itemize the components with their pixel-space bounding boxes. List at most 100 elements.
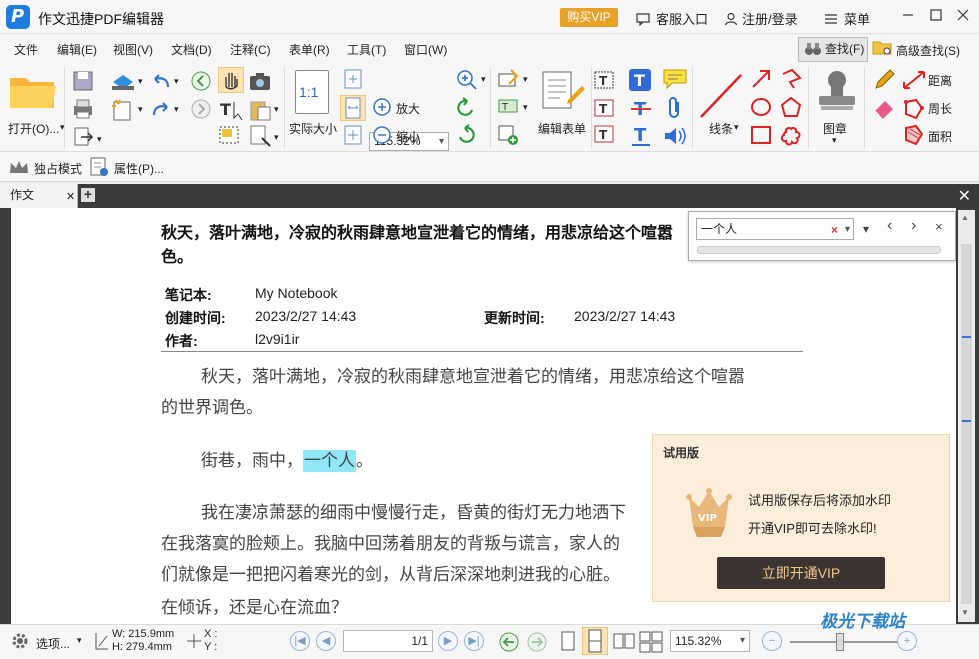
fit-page-icon[interactable]	[342, 68, 364, 90]
menu-document[interactable]: 文档(D)	[171, 41, 212, 58]
minimize-button[interactable]	[897, 6, 919, 28]
perimeter-label[interactable]: 周长	[928, 100, 952, 117]
lines-label[interactable]: 线条	[709, 120, 733, 137]
callout-icon[interactable]: T	[593, 124, 615, 146]
text-highlight-icon[interactable]: T	[628, 68, 652, 92]
save-icon[interactable]	[72, 70, 94, 92]
facing-pages-icon[interactable]	[612, 630, 636, 654]
textbox-icon[interactable]: T	[593, 98, 615, 118]
zoom-in-label[interactable]: 放大	[396, 100, 420, 117]
line-tool-icon[interactable]	[698, 70, 744, 120]
rotate-ccw-icon[interactable]	[455, 97, 477, 119]
zoom-slider-thumb[interactable]	[836, 633, 844, 651]
tab-document[interactable]: 作文 ✕	[0, 184, 78, 208]
menu-form[interactable]: 表单(R)	[289, 41, 330, 58]
zoom-slider-track[interactable]	[790, 641, 900, 643]
edit-form-label[interactable]: 编辑表单	[538, 120, 586, 137]
activate-vip-button[interactable]: 立即开通VIP	[717, 557, 885, 589]
distance-label[interactable]: 距离	[928, 72, 952, 89]
find-button[interactable]: 查找(F)	[798, 37, 868, 62]
customer-service-button[interactable]: 客服入口	[636, 9, 708, 28]
find-next-icon[interactable]: ›	[911, 217, 916, 235]
go-back-icon[interactable]	[498, 631, 520, 653]
strikethrough-icon[interactable]: T	[630, 98, 652, 120]
menu-edit[interactable]: 编辑(E)	[57, 41, 97, 58]
redo-icon[interactable]	[150, 100, 172, 120]
find-previous-icon[interactable]: ‹	[887, 217, 892, 235]
rotate-cw-icon[interactable]	[455, 124, 477, 146]
page-number-input[interactable]: 1/1	[343, 630, 433, 652]
minus-circle-icon[interactable]	[372, 125, 392, 145]
text-field-dropdown-icon[interactable]: ▾	[523, 102, 528, 113]
pencil-icon[interactable]	[872, 68, 896, 92]
hand-tool-icon[interactable]	[218, 67, 244, 93]
last-page-icon[interactable]: ▶|	[464, 631, 484, 651]
go-forward-icon[interactable]	[526, 631, 548, 653]
menu-comment[interactable]: 注释(C)	[230, 41, 271, 58]
scroll-down-icon[interactable]: ▼	[961, 608, 969, 617]
zoom-out-label[interactable]: 缩小	[396, 128, 420, 145]
options-dropdown-icon[interactable]: ▾	[77, 635, 82, 646]
search-highlight[interactable]: 一个人	[303, 450, 356, 472]
lines-dropdown-icon[interactable]: ▾	[734, 122, 739, 133]
text-field-icon[interactable]: T	[497, 96, 521, 118]
stamp-icon[interactable]	[815, 68, 859, 114]
plus-circle-icon[interactable]	[372, 97, 392, 117]
open-button-label[interactable]: 打开(O)...	[8, 120, 59, 137]
form-field-dropdown-icon[interactable]: ▾	[523, 74, 528, 85]
page-tool-dropdown-icon[interactable]: ▾	[274, 132, 279, 143]
arrow-tool-icon[interactable]	[750, 68, 772, 90]
login-button[interactable]: 注册/登录	[724, 9, 798, 28]
paste-dropdown-icon[interactable]: ▾	[274, 104, 279, 115]
close-window-button[interactable]	[952, 6, 974, 28]
clear-search-icon[interactable]: ×	[831, 220, 838, 240]
print-icon[interactable]	[72, 98, 94, 120]
search-options-icon[interactable]: ▾	[863, 222, 869, 236]
form-field-icon[interactable]	[497, 68, 521, 90]
note-icon[interactable]	[662, 68, 688, 90]
actual-size-icon[interactable]: 1:1	[295, 70, 329, 114]
vertical-scrollbar[interactable]: ▲ ▼	[958, 210, 975, 622]
eraser-icon[interactable]	[872, 96, 896, 120]
find-input[interactable]: 一个人 × ▾	[696, 218, 854, 240]
snapshot-select-icon[interactable]	[218, 125, 242, 147]
settings-gear-icon[interactable]	[10, 631, 30, 651]
perimeter-icon[interactable]	[902, 98, 926, 120]
menu-window[interactable]: 窗口(W)	[404, 41, 447, 58]
export-dropdown-icon[interactable]: ▾	[97, 134, 102, 145]
continuous-facing-icon[interactable]	[638, 630, 664, 654]
add-field-icon[interactable]	[497, 124, 521, 146]
camera-icon[interactable]	[248, 70, 272, 92]
exclusive-mode-button[interactable]: 独占模式	[34, 160, 82, 177]
options-button[interactable]: 选项...	[36, 635, 70, 652]
next-page-icon[interactable]: ▶	[438, 631, 458, 651]
scrollbar-thumb[interactable]	[961, 244, 972, 604]
properties-button[interactable]: 属性(P)...	[114, 160, 164, 177]
typewriter-icon[interactable]: T	[593, 70, 615, 90]
rectangle-tool-icon[interactable]	[750, 124, 772, 146]
close-find-icon[interactable]: ×	[935, 219, 943, 234]
maximize-button[interactable]	[925, 6, 947, 28]
new-tab-button[interactable]: +	[81, 187, 95, 202]
status-zoom-select[interactable]: 115.32%	[670, 630, 750, 652]
page-tool-icon[interactable]	[248, 124, 272, 148]
main-menu-button[interactable]: 菜单	[824, 9, 870, 28]
scan-dropdown-icon[interactable]: ▾	[138, 76, 143, 87]
zoom-in-dropdown-icon[interactable]: ▾	[481, 74, 486, 85]
actual-size-label[interactable]: 实际大小	[289, 120, 337, 137]
menu-view[interactable]: 视图(V)	[113, 41, 153, 58]
buy-vip-button[interactable]: 购买VIP	[560, 8, 618, 27]
search-history-dropdown-icon[interactable]: ▾	[845, 220, 850, 240]
attach-icon[interactable]	[666, 96, 684, 120]
paste-icon[interactable]	[248, 98, 272, 122]
open-folder-icon[interactable]	[8, 72, 58, 112]
export-icon[interactable]	[72, 126, 94, 148]
fit-visible-icon[interactable]	[342, 124, 364, 146]
undo-dropdown-icon[interactable]: ▾	[174, 76, 179, 87]
close-all-tabs-icon[interactable]: ✕	[958, 186, 971, 206]
new-dropdown-icon[interactable]: ▾	[138, 104, 143, 115]
menu-tools[interactable]: 工具(T)	[347, 41, 386, 58]
menu-file[interactable]: 文件	[14, 41, 38, 58]
continuous-page-icon[interactable]	[582, 627, 608, 655]
undo-icon[interactable]	[150, 72, 172, 92]
